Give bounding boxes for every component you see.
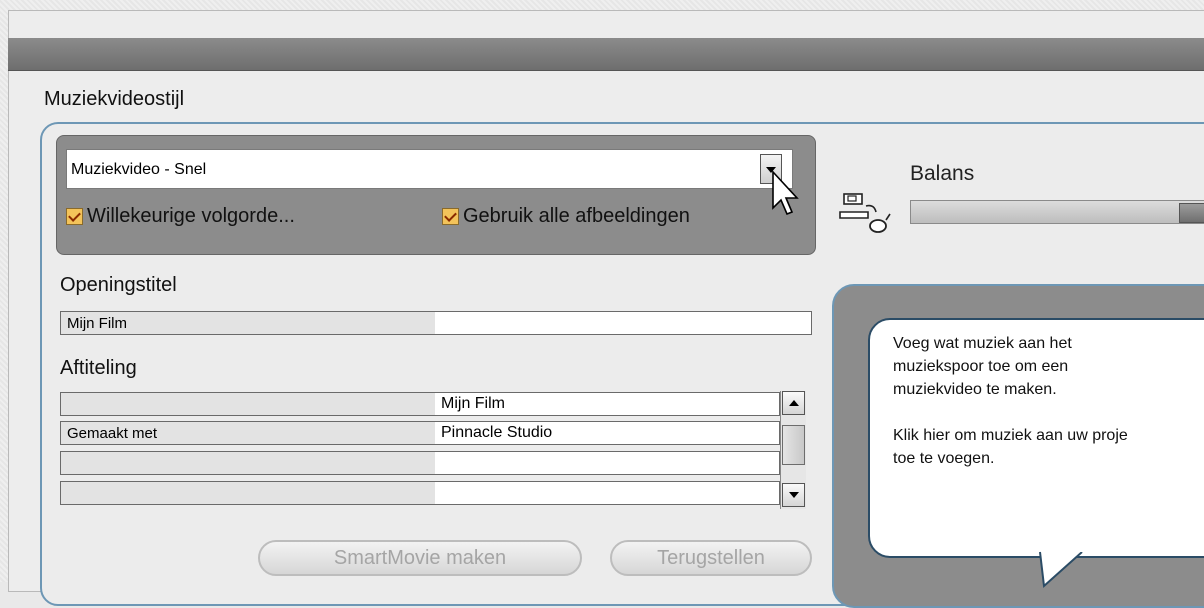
credits-key[interactable] — [61, 482, 435, 504]
credits-key[interactable]: Gemaakt met — [61, 422, 435, 444]
section-title: Muziekvideostijl — [44, 88, 185, 110]
opening-title-field[interactable]: Mijn Film — [60, 311, 812, 335]
credits-value[interactable]: Mijn Film — [435, 393, 779, 415]
opening-title-input[interactable] — [435, 312, 811, 334]
credits-key[interactable] — [61, 452, 435, 474]
opening-title-label: Openingstitel — [60, 274, 177, 296]
reset-button[interactable]: Terugstellen — [610, 540, 812, 576]
credits-row[interactable] — [60, 481, 780, 505]
style-dropdown[interactable]: Muziekvideo - Snel — [66, 149, 793, 189]
use-all-images-label: Gebruik alle afbeeldingen — [463, 205, 690, 227]
checkbox-checked-icon[interactable] — [442, 208, 459, 225]
scroll-thumb[interactable] — [782, 425, 805, 465]
title-bar — [8, 38, 1204, 71]
use-all-images-checkbox[interactable]: Gebruik alle afbeeldingen — [442, 205, 690, 228]
help-text-line: toe te voegen. — [893, 450, 995, 467]
help-text-line: muziekvideo te maken. — [893, 381, 1057, 398]
credits-value[interactable] — [435, 482, 779, 504]
mouse-cursor-icon — [772, 170, 799, 216]
credits-scrollbar[interactable] — [780, 391, 806, 509]
balance-slider[interactable] — [910, 200, 1204, 224]
bubble-tail — [1039, 550, 1083, 589]
random-order-checkbox[interactable]: Willekeurige volgorde... — [66, 205, 295, 228]
credits-row[interactable]: Gemaakt met Pinnacle Studio — [60, 421, 780, 445]
speaker-balance-icon — [839, 193, 891, 233]
credits-value[interactable] — [435, 452, 779, 474]
scroll-up-icon[interactable] — [782, 391, 805, 415]
help-text: Voeg wat muziek aan het muziekspoor toe … — [893, 332, 1203, 470]
help-text-line: Voeg wat muziek aan het — [893, 335, 1072, 352]
help-text-link[interactable]: Klik hier om muziek aan uw proje — [893, 424, 1203, 447]
balance-label: Balans — [910, 162, 975, 185]
style-dropdown-value: Muziekvideo - Snel — [71, 161, 207, 178]
credits-row[interactable] — [60, 451, 780, 475]
balance-slider-thumb[interactable] — [1179, 203, 1204, 223]
help-text-spacer — [893, 401, 1203, 424]
opening-title-key: Mijn Film — [61, 312, 435, 334]
smartmovie-button[interactable]: SmartMovie maken — [258, 540, 582, 576]
credits-row[interactable]: Mijn Film — [60, 392, 780, 416]
checkbox-checked-icon[interactable] — [66, 208, 83, 225]
scroll-down-icon[interactable] — [782, 483, 805, 507]
help-text-line: muziekspoor toe om een — [893, 358, 1069, 375]
random-order-label: Willekeurige volgorde... — [87, 205, 295, 227]
credits-key[interactable] — [61, 393, 435, 415]
credits-value[interactable]: Pinnacle Studio — [435, 422, 779, 444]
credits-label: Aftiteling — [60, 357, 137, 379]
